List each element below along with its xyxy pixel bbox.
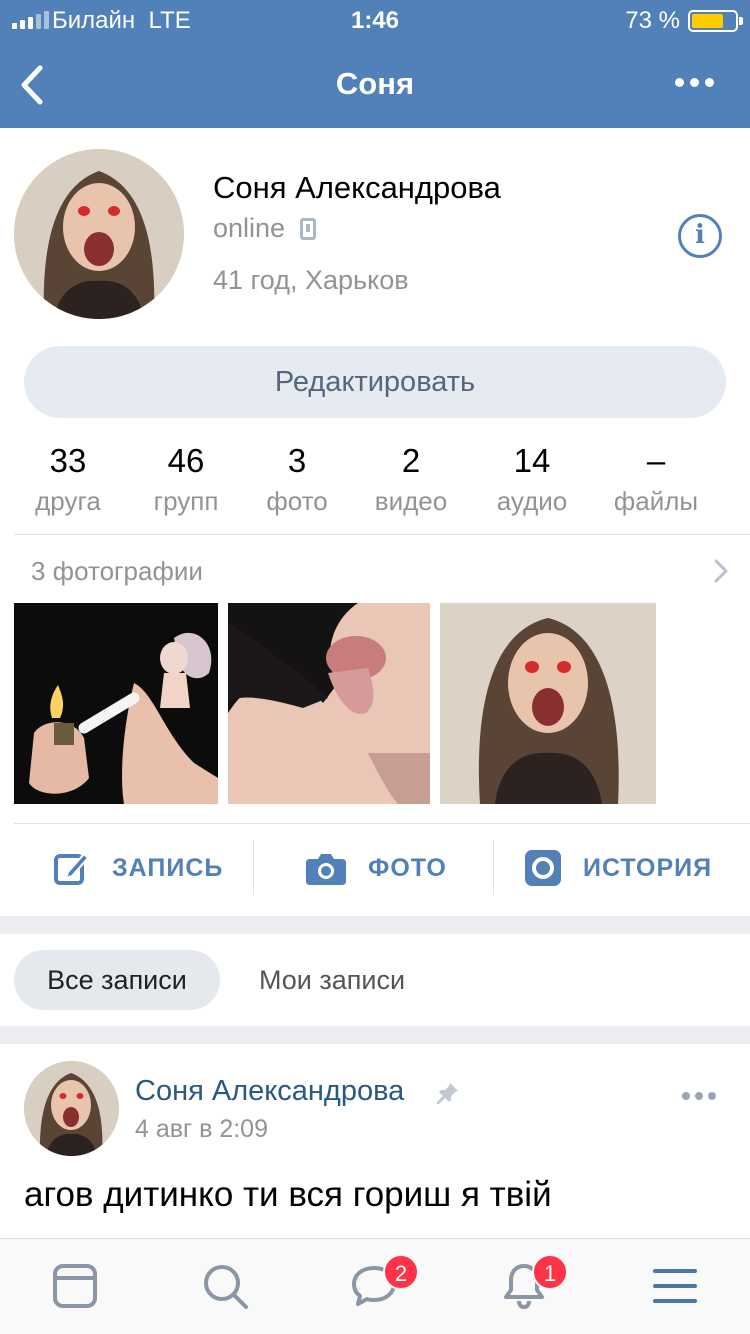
counter-videos[interactable]: 2 видео [351, 442, 471, 517]
section-separator [0, 1026, 750, 1044]
tab-my-posts[interactable]: Мои записи [259, 950, 405, 1010]
photo-thumbnail[interactable] [440, 603, 656, 804]
online-status: online [213, 213, 286, 243]
section-separator [0, 916, 750, 934]
info-icon[interactable]: i [678, 214, 722, 258]
counter-label: групп [153, 486, 219, 516]
more-horizontal-icon[interactable] [675, 78, 714, 87]
post-author-name[interactable]: Соня Александрова [135, 1075, 404, 1108]
post-date: 4 авг в 2:09 [135, 1115, 268, 1143]
page-title: Соня [335, 66, 415, 101]
mobile-phone-icon [300, 218, 316, 240]
post-author-avatar[interactable] [24, 1061, 119, 1156]
counter-groups[interactable]: 46 групп [126, 442, 246, 517]
counter-label: аудио [496, 486, 568, 516]
counter-label: видео [374, 486, 448, 516]
action-label: ИСТОРИЯ [583, 853, 713, 882]
post-text-container: агов дитинко ти вся гориш я твій [0, 1172, 750, 1238]
counter-friends[interactable]: 33 друга [8, 442, 128, 517]
counter-files[interactable]: – файлы [596, 442, 716, 517]
add-story-button[interactable]: ИСТОРИЯ [525, 840, 712, 896]
pin-icon [437, 1083, 458, 1104]
top-bar: Билайн LTE 1:46 73 % Соня [0, 0, 750, 128]
chevron-right-icon[interactable] [712, 558, 730, 584]
profile-info: 41 год, Харьков [213, 265, 409, 295]
photo-thumbnail[interactable] [228, 603, 430, 804]
battery-icon [688, 10, 743, 32]
camera-icon [306, 854, 346, 885]
action-label: ФОТО [368, 853, 447, 882]
counter-value: – [646, 442, 666, 479]
counter-value: 2 [401, 442, 421, 479]
post-text: агов дитинко ти вся гориш я твій [24, 1175, 552, 1214]
action-label: ЗАПИСЬ [112, 853, 224, 882]
divider [493, 840, 494, 895]
counter-value: 3 [287, 442, 307, 479]
edit-profile-button[interactable]: Редактировать [24, 346, 726, 418]
notifications-badge: 1 [532, 1254, 568, 1290]
divider [14, 534, 750, 535]
photos-section-title[interactable]: 3 фотографии [31, 556, 203, 587]
counter-label: друга [35, 486, 101, 516]
counter-value: 46 [167, 442, 205, 479]
counter-value: 14 [513, 442, 551, 479]
more-horizontal-icon[interactable] [682, 1092, 716, 1100]
divider [14, 823, 750, 824]
counter-value: 33 [49, 442, 87, 479]
story-icon [525, 850, 561, 886]
battery-percent: 73 % [625, 7, 680, 34]
add-photo-button[interactable]: ФОТО [306, 840, 447, 896]
profile-avatar[interactable] [14, 149, 184, 319]
search-icon[interactable] [201, 1262, 249, 1310]
counter-photos[interactable]: 3 фото [237, 442, 357, 517]
profile-name: Соня Александрова [213, 170, 501, 205]
messages-badge: 2 [383, 1254, 419, 1290]
counter-audio[interactable]: 14 аудио [472, 442, 592, 517]
photo-thumbnail[interactable] [14, 603, 218, 804]
edit-icon [54, 852, 90, 885]
news-icon[interactable] [51, 1262, 99, 1310]
menu-icon[interactable] [651, 1262, 699, 1310]
counter-label: файлы [613, 486, 699, 516]
counter-label: фото [266, 486, 328, 516]
status-bar: Билайн LTE 1:46 73 % [0, 0, 750, 40]
divider [253, 840, 254, 895]
tab-all-posts[interactable]: Все записи [14, 950, 220, 1010]
new-post-button[interactable]: ЗАПИСЬ [54, 840, 223, 896]
